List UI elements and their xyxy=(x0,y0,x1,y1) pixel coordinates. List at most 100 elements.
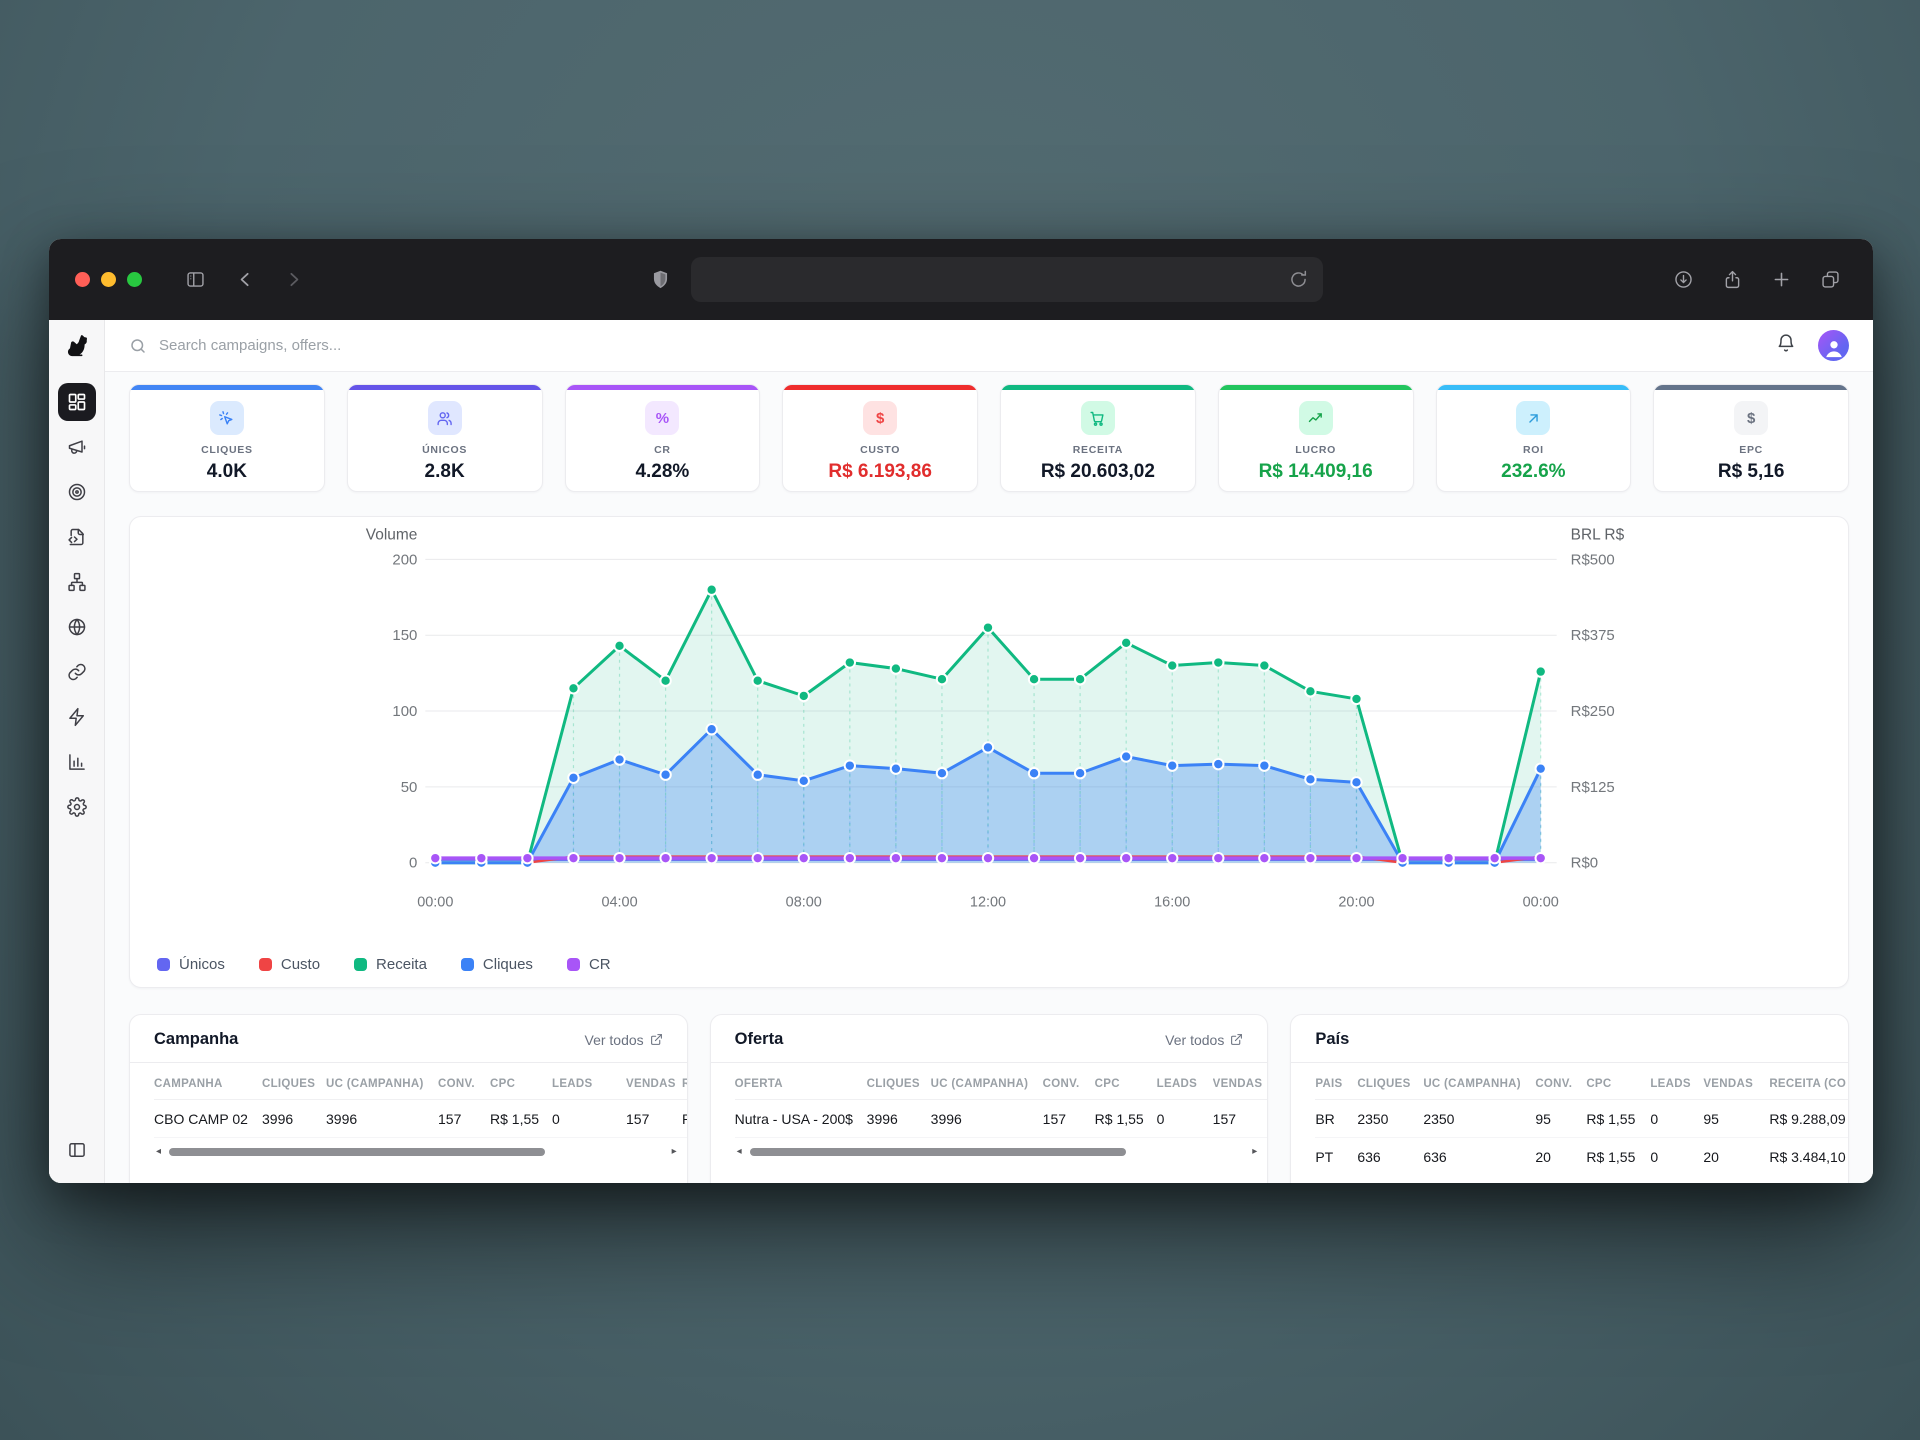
user-icon xyxy=(1823,337,1845,359)
right-axis-tick: R$500 xyxy=(1571,551,1615,568)
users-icon xyxy=(436,410,453,427)
sidebar-item-automation[interactable] xyxy=(58,698,96,736)
kpi-label: ÚNICOS xyxy=(422,444,467,456)
app-content: Search campaigns, offers... CLIQUES4.0KÚ… xyxy=(105,320,1873,1183)
table-cell: CBO CAMP 02 xyxy=(154,1111,262,1127)
point-receita xyxy=(1167,660,1177,670)
table-cell: 636 xyxy=(1357,1149,1423,1165)
point-cliques xyxy=(660,770,670,780)
table-card-header: OfertaVer todos xyxy=(711,1015,1268,1063)
scrollbar-track[interactable] xyxy=(169,1148,664,1156)
point-cliques xyxy=(1259,760,1269,770)
close-window-button[interactable] xyxy=(75,272,90,287)
table-cell: Nutra - USA - 200$ xyxy=(735,1111,867,1127)
point-cr xyxy=(1489,853,1499,863)
point-cr xyxy=(1443,853,1453,863)
scroll-left-arrow[interactable]: ◂ xyxy=(156,1147,161,1157)
sidebar-item-funnels[interactable] xyxy=(58,563,96,601)
point-receita xyxy=(1259,660,1269,670)
minimize-window-button[interactable] xyxy=(101,272,116,287)
column-header: VENDAS xyxy=(1703,1078,1769,1090)
sidebar-item-links[interactable] xyxy=(58,653,96,691)
right-axis-tick: R$250 xyxy=(1571,703,1615,720)
kpi-value: R$ 20.603,02 xyxy=(1041,461,1155,483)
sidebar-item-reports[interactable] xyxy=(58,743,96,781)
ver-todos-link[interactable]: Ver todos xyxy=(585,1032,663,1048)
point-receita xyxy=(983,622,993,632)
column-header: CLIQUES xyxy=(262,1078,326,1090)
back-icon[interactable] xyxy=(228,265,262,295)
scrollbar-thumb[interactable] xyxy=(169,1148,545,1156)
point-cliques xyxy=(1029,768,1039,778)
scroll-right-arrow[interactable]: ▸ xyxy=(1252,1147,1257,1157)
dashboard-icon xyxy=(67,392,87,412)
reload-icon[interactable] xyxy=(1287,265,1309,295)
table-cell: PT xyxy=(1315,1149,1357,1165)
traffic-lights xyxy=(75,272,142,287)
left-axis-tick: 150 xyxy=(392,627,417,644)
scrollbar-thumb[interactable] xyxy=(750,1148,1126,1156)
table-card-oferta: OfertaVer todosOFERTACLIQUESUC (CAMPANHA… xyxy=(710,1014,1269,1183)
new-tab-icon[interactable] xyxy=(1764,265,1798,295)
sidebar-item-campaigns[interactable] xyxy=(58,428,96,466)
toolbar-right-icons xyxy=(1666,265,1847,295)
point-cliques xyxy=(1075,768,1085,778)
table-body: OFERTACLIQUESUC (CAMPANHA)CONV.CPCLEADSV… xyxy=(711,1063,1268,1157)
avatar[interactable] xyxy=(1818,330,1849,361)
zoom-window-button[interactable] xyxy=(127,272,142,287)
kpi-label: LUCRO xyxy=(1295,444,1336,456)
tab-overview-icon[interactable] xyxy=(1813,265,1847,295)
sidebar-toggle-icon[interactable] xyxy=(178,265,212,295)
megaphone-icon xyxy=(67,437,87,457)
point-cr xyxy=(753,853,763,863)
ver-todos-label: Ver todos xyxy=(585,1032,644,1048)
bell-icon[interactable] xyxy=(1776,333,1796,358)
share-icon[interactable] xyxy=(1715,265,1749,295)
url-field[interactable] xyxy=(691,257,1323,302)
legend-swatch xyxy=(461,958,474,971)
table-cell: 95 xyxy=(1535,1111,1586,1127)
legend-item-únicos[interactable]: Únicos xyxy=(157,956,225,973)
sidebar-item-landing-pages[interactable] xyxy=(58,518,96,556)
point-cr xyxy=(937,853,947,863)
legend-item-receita[interactable]: Receita xyxy=(354,956,427,973)
column-header: OFERTA xyxy=(735,1078,867,1090)
percent-glyph: % xyxy=(656,410,669,427)
table-cell: 157 xyxy=(438,1111,490,1127)
sidebar-item-dashboard[interactable] xyxy=(58,383,96,421)
table-body: CAMPANHACLIQUESUC (CAMPANHA)CONV.CPCLEAD… xyxy=(130,1063,687,1157)
panel-left-icon[interactable] xyxy=(58,1131,96,1169)
sidebar-item-settings[interactable] xyxy=(58,788,96,826)
shield-icon[interactable] xyxy=(643,265,677,295)
scrollbar-track[interactable] xyxy=(750,1148,1245,1156)
legend-item-cr[interactable]: CR xyxy=(567,956,611,973)
point-receita xyxy=(660,676,670,686)
desktop-background: Search campaigns, offers... CLIQUES4.0KÚ… xyxy=(0,0,1920,1440)
sidebar-item-domains[interactable] xyxy=(58,608,96,646)
scroll-left-arrow[interactable]: ◂ xyxy=(737,1147,742,1157)
kpi-accent-bar xyxy=(566,385,760,390)
table-card-header: País xyxy=(1291,1015,1848,1063)
table-card-país: PaísPAÍSCLIQUESUC (CAMPANHA)CONV.CPCLEAD… xyxy=(1290,1014,1849,1183)
kpi-icon-chip: % xyxy=(645,401,679,435)
legend-item-custo[interactable]: Custo xyxy=(259,956,320,973)
ver-todos-link[interactable]: Ver todos xyxy=(1165,1032,1243,1048)
scroll-right-arrow[interactable]: ▸ xyxy=(672,1147,677,1157)
table-row: PT63663620R$ 1,55020R$ 3.484,10 xyxy=(1315,1138,1848,1175)
table-cell: R$ 9.288,09 xyxy=(1769,1111,1848,1127)
tables-row: CampanhaVer todosCAMPANHACLIQUESUC (CAMP… xyxy=(129,1014,1849,1183)
table-cell: 20 xyxy=(1535,1149,1586,1165)
dollar-glyph: $ xyxy=(876,410,884,427)
trend-up-icon xyxy=(1307,410,1324,427)
cart-icon xyxy=(1089,410,1106,427)
point-cr xyxy=(1167,853,1177,863)
legend-item-cliques[interactable]: Cliques xyxy=(461,956,533,973)
download-icon[interactable] xyxy=(1666,265,1700,295)
search-input[interactable]: Search campaigns, offers... xyxy=(129,337,1776,355)
point-receita xyxy=(937,674,947,684)
sidebar-item-offers[interactable] xyxy=(58,473,96,511)
forward-icon[interactable] xyxy=(276,265,310,295)
app-logo[interactable] xyxy=(49,320,104,372)
kpi-value: R$ 6.193,86 xyxy=(828,461,932,483)
table-title: País xyxy=(1315,1030,1349,1049)
